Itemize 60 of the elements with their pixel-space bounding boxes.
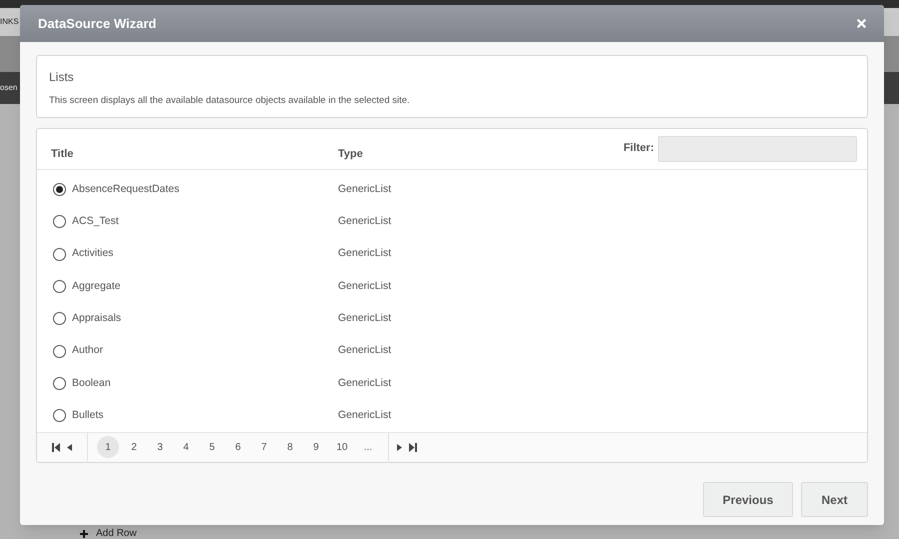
page-link[interactable]: 3 bbox=[149, 436, 171, 458]
last-page-icon[interactable] bbox=[409, 442, 417, 452]
type-cell-text: GenericList bbox=[338, 246, 392, 262]
list-row[interactable]: ACS_Test GenericList bbox=[37, 206, 867, 238]
radio-button[interactable] bbox=[53, 312, 66, 326]
info-description: This screen displays all the available datasource objects available in the selected site. bbox=[49, 94, 411, 108]
list-row[interactable]: Boolean GenericList bbox=[37, 367, 867, 400]
info-heading: Lists bbox=[49, 69, 75, 86]
add-row-link[interactable]: Add Row bbox=[96, 526, 137, 539]
title-cell-text: Appraisals bbox=[72, 310, 122, 326]
page-link[interactable]: 10 bbox=[331, 436, 353, 458]
type-cell-text: GenericList bbox=[338, 376, 392, 390]
title-cell-text: AbsenceRequestDates bbox=[72, 182, 180, 197]
radio-button[interactable] bbox=[53, 215, 66, 228]
column-header[interactable]: Type bbox=[338, 146, 538, 162]
previous-button[interactable]: Previous bbox=[703, 482, 793, 517]
page-link[interactable]: 1 bbox=[97, 436, 119, 458]
radio-button[interactable] bbox=[53, 248, 66, 261]
title-cell-text: Activities bbox=[72, 246, 114, 262]
type-cell-text: GenericList bbox=[338, 310, 392, 326]
list-row[interactable]: Aggregate GenericList bbox=[37, 270, 867, 303]
tab-label[interactable]: osen bbox=[0, 82, 18, 94]
page-link[interactable]: 8 bbox=[279, 436, 301, 458]
page-link[interactable]: ... bbox=[357, 436, 379, 458]
type-cell-text: GenericList bbox=[338, 214, 392, 230]
next-page-icon[interactable] bbox=[397, 444, 402, 451]
close-icon[interactable] bbox=[857, 19, 866, 28]
page-link[interactable]: 5 bbox=[201, 436, 223, 458]
page-link[interactable]: 4 bbox=[175, 436, 197, 458]
filter-label: Filter: bbox=[623, 141, 654, 156]
list-row[interactable]: Activities GenericList bbox=[37, 238, 867, 270]
page-link[interactable]: 2 bbox=[123, 436, 145, 458]
nav-link[interactable]: INKS bbox=[0, 16, 19, 28]
previous-page-icon[interactable] bbox=[67, 444, 72, 451]
list-row[interactable]: Author GenericList bbox=[37, 334, 867, 368]
radio-button[interactable] bbox=[53, 280, 66, 293]
title-cell-text: ACS_Test bbox=[72, 214, 120, 230]
radio-button[interactable] bbox=[53, 344, 66, 358]
list-row[interactable]: Bullets GenericList bbox=[37, 400, 867, 432]
radio-button[interactable] bbox=[53, 183, 66, 196]
page-link[interactable]: 7 bbox=[253, 436, 275, 458]
radio-button[interactable] bbox=[53, 376, 66, 390]
list-row[interactable]: Appraisals GenericList bbox=[37, 302, 867, 335]
dialog-title: DataSource Wizard bbox=[38, 14, 156, 33]
type-cell-text: GenericList bbox=[338, 182, 392, 197]
radio-button[interactable] bbox=[53, 409, 66, 422]
title-cell-text: Author bbox=[72, 343, 104, 358]
next-button[interactable]: Next bbox=[801, 482, 868, 517]
page-link[interactable]: 6 bbox=[227, 436, 249, 458]
column-header[interactable]: Title bbox=[51, 146, 338, 162]
title-cell-text: Aggregate bbox=[72, 278, 122, 294]
first-page-icon[interactable] bbox=[52, 442, 60, 452]
page-link[interactable]: 9 bbox=[305, 436, 327, 458]
filter-field[interactable] bbox=[658, 136, 857, 162]
title-cell-text: Bullets bbox=[72, 408, 105, 423]
title-cell-text: Boolean bbox=[72, 376, 112, 390]
type-cell-text: GenericList bbox=[338, 343, 392, 358]
type-cell-text: GenericList bbox=[338, 408, 392, 423]
plus-icon bbox=[80, 530, 88, 538]
type-cell-text: GenericList bbox=[338, 278, 392, 294]
